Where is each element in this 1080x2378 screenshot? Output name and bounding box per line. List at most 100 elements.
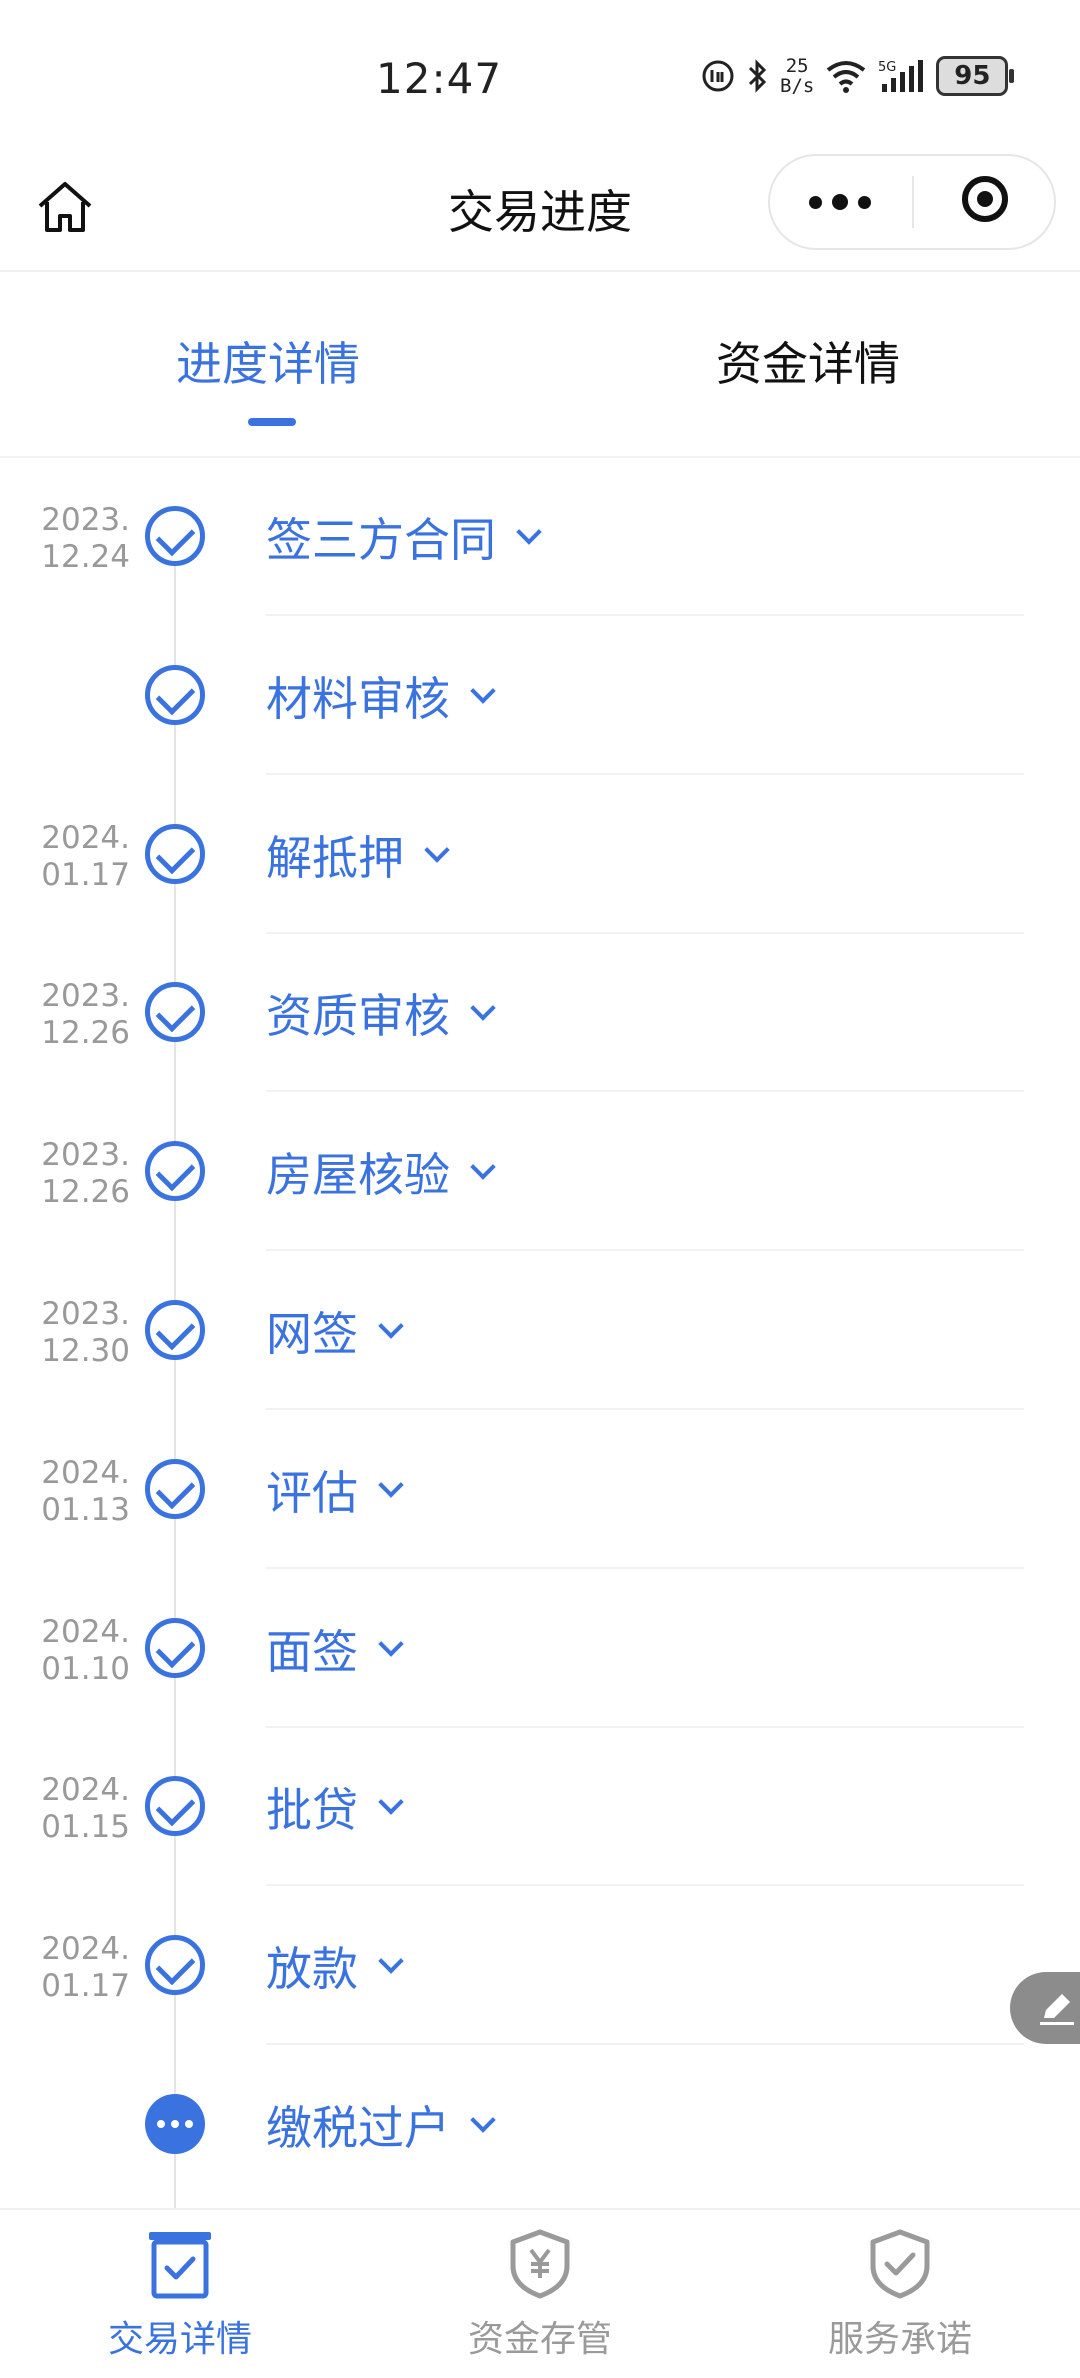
step-title[interactable]: 缴税过户 — [266, 2092, 496, 2158]
wifi-icon — [827, 61, 866, 93]
chevron-down-icon[interactable] — [470, 678, 496, 704]
step-date-day: 12.26 — [41, 1174, 130, 1210]
step-date-day: 01.17 — [41, 857, 130, 893]
step-date-day: 12.30 — [41, 1333, 130, 1369]
shield-yuan-icon — [510, 2229, 570, 2299]
check-circle-icon — [145, 982, 205, 1042]
chevron-down-icon[interactable] — [424, 837, 450, 863]
step-title[interactable]: 评估 — [266, 1457, 404, 1523]
step-title[interactable]: 房屋核验 — [266, 1139, 496, 1205]
step-title[interactable]: 放款 — [266, 1933, 404, 1999]
step-date-day: 12.26 — [41, 1015, 130, 1051]
step-date: 2024. 01.15 — [30, 1772, 130, 1846]
home-icon[interactable] — [34, 176, 96, 238]
bluetooth-icon — [748, 59, 767, 93]
timeline-step[interactable]: 2024. 01.10 面签 — [0, 1570, 1080, 1728]
step-title[interactable]: 签三方合同 — [266, 504, 542, 570]
progress-timeline: 2023. 12.24 签三方合同 材料审核 2024. 01.17 解抵押 2023. 12.… — [0, 458, 1080, 2218]
timeline-step[interactable]: 2023. 12.26 房屋核验 — [0, 1093, 1080, 1251]
step-date-day: 01.17 — [41, 1968, 130, 2004]
step-title[interactable]: 资质审核 — [266, 980, 496, 1046]
chevron-down-icon[interactable] — [470, 1154, 496, 1180]
tab-funds-detail[interactable]: 资金详情 — [716, 328, 900, 394]
timeline-step[interactable]: 2023. 12.30 网签 — [0, 1252, 1080, 1410]
timeline-step[interactable]: 2023. 12.24 签三方合同 — [0, 458, 1080, 616]
step-title[interactable]: 网签 — [266, 1298, 404, 1364]
more-button[interactable] — [770, 156, 910, 248]
step-title[interactable]: 面签 — [266, 1616, 404, 1682]
check-circle-icon — [145, 665, 205, 725]
chevron-down-icon[interactable] — [378, 1313, 404, 1339]
step-date-day: 01.15 — [41, 1809, 130, 1845]
step-date: 2024. 01.10 — [30, 1614, 130, 1688]
step-title[interactable]: 材料审核 — [266, 663, 496, 729]
step-label: 签三方合同 — [266, 513, 496, 567]
ellipsis-dot-icon — [157, 2120, 165, 2128]
step-date: 2023. 12.24 — [30, 502, 130, 576]
timeline-step[interactable]: 2024. 01.15 批贷 — [0, 1728, 1080, 1886]
chevron-down-icon[interactable] — [470, 995, 496, 1021]
chevron-down-icon[interactable] — [470, 2107, 496, 2133]
ellipsis-dot-icon — [171, 2120, 179, 2128]
check-circle-icon — [145, 1300, 205, 1360]
timeline-step[interactable]: 缴税过户 — [0, 2046, 1080, 2204]
more-dot-icon — [858, 195, 871, 209]
bottom-tab-service-promise[interactable]: 服务承诺 — [780, 2228, 1020, 2362]
step-label: 面签 — [266, 1625, 358, 1679]
check-circle-icon — [145, 1935, 205, 1995]
close-miniprogram-icon[interactable] — [962, 176, 1008, 222]
step-date-day: 01.13 — [41, 1492, 130, 1528]
step-date-year: 2024. — [41, 820, 130, 856]
step-divider — [266, 1408, 1024, 1410]
step-date-year: 2024. — [41, 1931, 130, 1967]
step-divider — [266, 773, 1024, 775]
in-progress-icon — [145, 2094, 205, 2154]
timeline-step[interactable]: 2024. 01.17 放款 — [0, 1887, 1080, 2045]
step-date-year: 2023. — [41, 1137, 130, 1173]
document-check-icon — [149, 2232, 211, 2299]
tab-progress-detail[interactable]: 进度详情 — [176, 328, 360, 394]
step-label: 解抵押 — [266, 831, 404, 885]
timeline-step[interactable]: 2024. 01.17 解抵押 — [0, 776, 1080, 934]
chevron-down-icon[interactable] — [516, 519, 542, 545]
signal-5g-icon: 5G — [878, 60, 924, 92]
timeline-step[interactable]: 2023. 12.26 资质审核 — [0, 934, 1080, 1092]
bottom-tab-fund-custody[interactable]: 资金存管 — [420, 2228, 660, 2362]
step-date-day: 01.10 — [41, 1651, 130, 1687]
check-circle-icon — [145, 1459, 205, 1519]
step-date: 2023. 12.26 — [30, 978, 130, 1052]
battery-indicator: 95 — [936, 56, 1015, 96]
bottom-tab-label: 服务承诺 — [827, 2319, 972, 2360]
check-circle-icon — [145, 506, 205, 566]
step-date: 2023. 12.30 — [30, 1296, 130, 1370]
step-label: 批贷 — [266, 1783, 358, 1837]
step-divider — [266, 1249, 1024, 1251]
more-dot-icon — [809, 195, 822, 209]
chevron-down-icon[interactable] — [378, 1472, 404, 1498]
check-circle-icon — [145, 824, 205, 884]
step-title[interactable]: 批贷 — [266, 1774, 404, 1840]
step-label: 资质审核 — [266, 989, 450, 1043]
bottom-tab-label: 资金存管 — [467, 2319, 612, 2360]
feedback-edit-button[interactable] — [1010, 1972, 1080, 2044]
chevron-down-icon[interactable] — [378, 1789, 404, 1815]
timeline-step[interactable]: 材料审核 — [0, 617, 1080, 775]
chevron-down-icon[interactable] — [378, 1948, 404, 1974]
step-label: 缴税过户 — [266, 2101, 450, 2155]
status-bar: 12:47 25 B/s 5G 95 — [0, 0, 1080, 150]
step-divider — [266, 614, 1024, 616]
bottom-tab-trade-detail[interactable]: 交易详情 — [60, 2228, 300, 2362]
check-circle-icon — [145, 1141, 205, 1201]
step-title[interactable]: 解抵押 — [266, 822, 450, 888]
chevron-down-icon[interactable] — [378, 1631, 404, 1657]
step-label: 网签 — [266, 1307, 358, 1361]
step-label: 评估 — [266, 1466, 358, 1520]
step-date-year: 2023. — [41, 978, 130, 1014]
step-label: 材料审核 — [266, 672, 450, 726]
step-date-year: 2023. — [41, 502, 130, 538]
timeline-step[interactable]: 2024. 01.13 评估 — [0, 1411, 1080, 1569]
step-divider — [266, 1884, 1024, 1886]
nav-bar: 交易进度 — [0, 150, 1080, 272]
step-date: 2024. 01.17 — [30, 1931, 130, 2005]
more-dot-icon — [832, 194, 848, 210]
